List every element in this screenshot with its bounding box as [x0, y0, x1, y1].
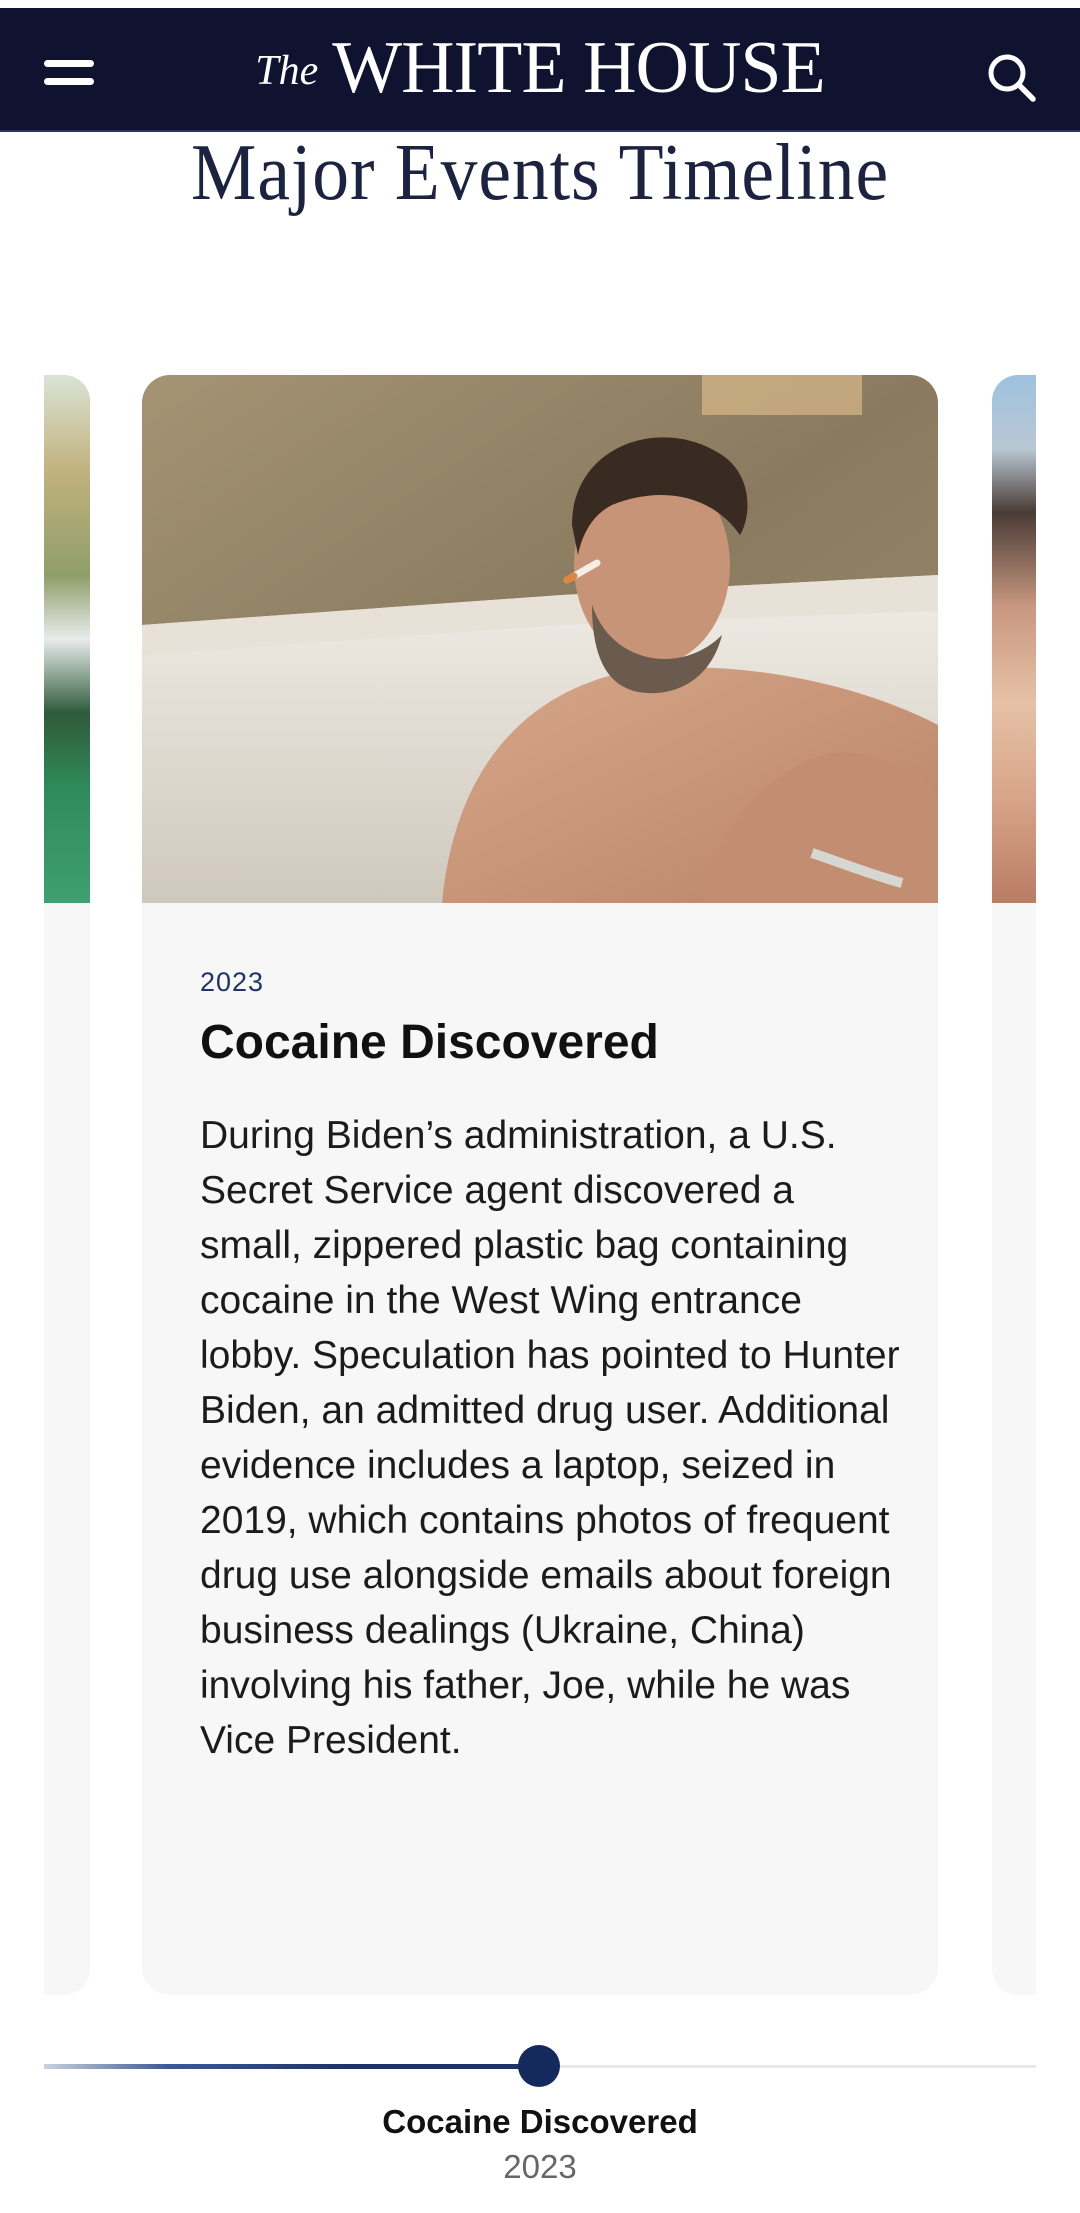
timeline-handle[interactable] [518, 2045, 560, 2087]
card-description: During Biden’s administration, a U.S. Se… [200, 1114, 900, 1762]
timeline-card: 2023 Cocaine Discovered During Biden’s a… [142, 375, 938, 1995]
site-header: The WHITE HOUSE [0, 8, 1080, 132]
site-logo[interactable]: The WHITE HOUSE [0, 26, 1080, 111]
next-timeline-card[interactable] [992, 375, 1036, 1995]
brand-prefix: The [255, 48, 319, 94]
timeline-current-label: Cocaine Discovered [382, 2103, 698, 2140]
page: The WHITE HOUSE Major Events Timeline 20… [0, 0, 1080, 2213]
search-icon[interactable] [986, 52, 1038, 104]
timeline-progress [44, 2064, 539, 2069]
page-title: Major Events Timeline [190, 129, 890, 217]
next-card-image [992, 375, 1036, 903]
card-year: 2023 [200, 967, 265, 997]
timeline-current-year: 2023 [503, 2148, 577, 2185]
brand-name: WHITE HOUSE [332, 27, 826, 109]
previous-timeline-card[interactable] [44, 375, 90, 1995]
previous-card-image [44, 375, 90, 903]
card-photo [142, 375, 938, 903]
card-title: Cocaine Discovered [200, 1016, 659, 1069]
